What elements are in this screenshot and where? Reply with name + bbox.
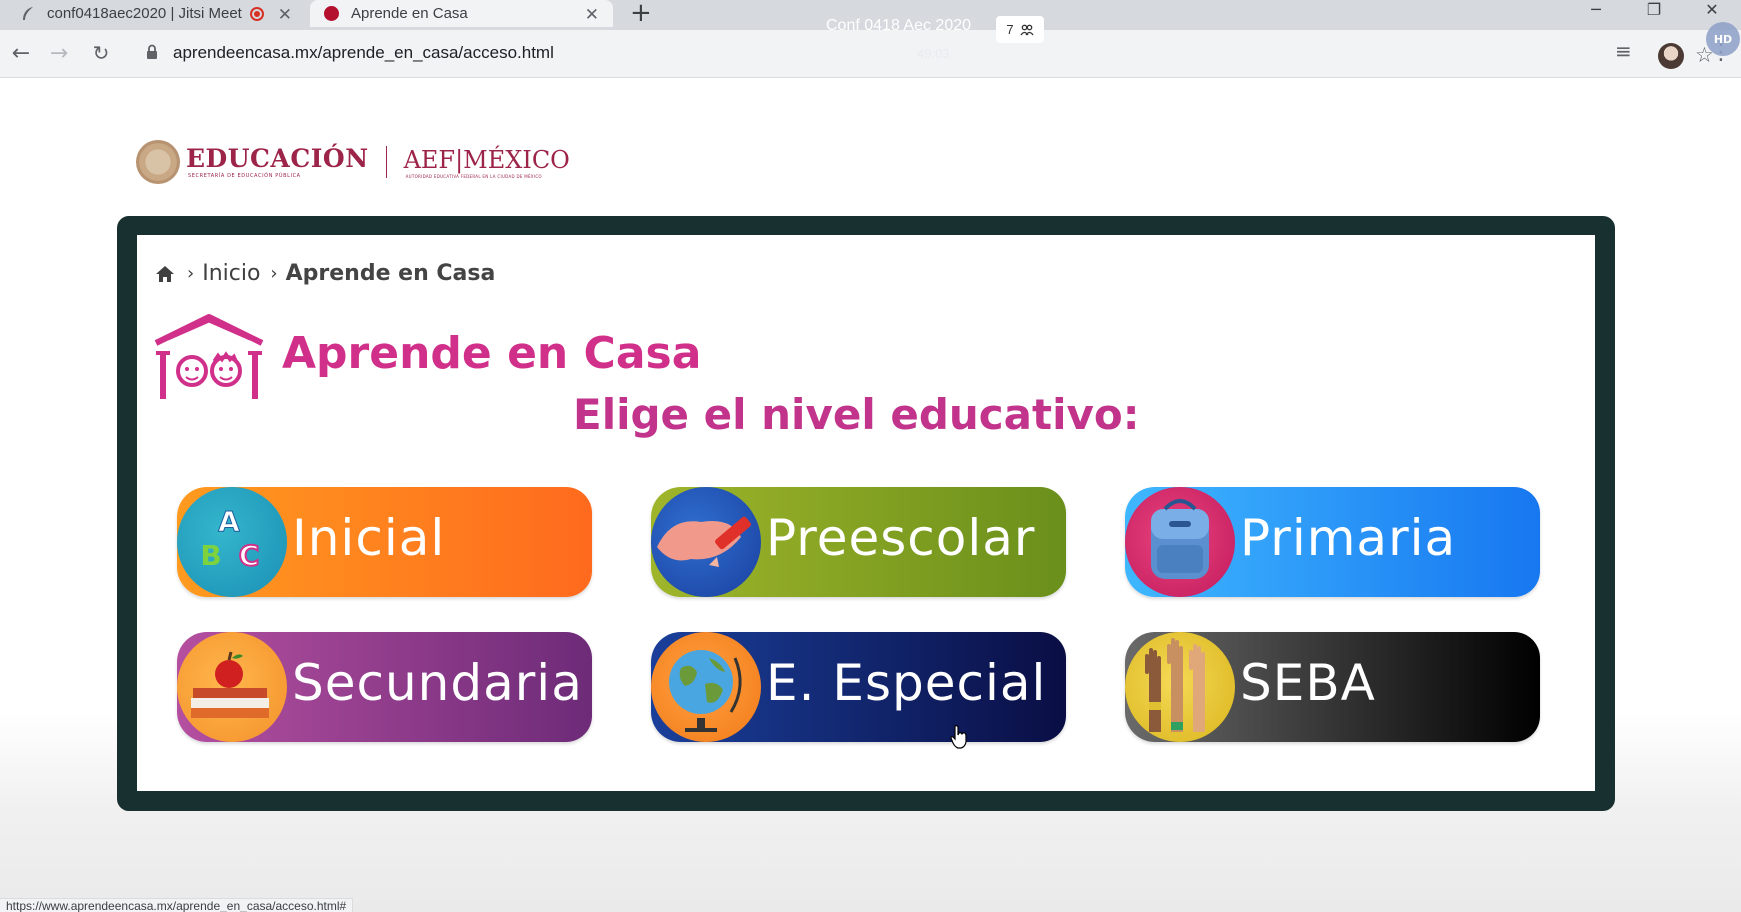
level-button-preescolar[interactable]: Preescolar [651,487,1066,597]
level-button-secundaria[interactable]: Secundaria [177,632,592,742]
tab-title: Aprende en Casa [351,5,468,22]
tab-close-button[interactable]: ✕ [278,5,292,25]
backpack-icon [1125,487,1235,597]
back-arrow-icon[interactable]: ← [8,40,34,66]
logo-aef-sub: AUTORIDAD EDUCATIVA FEDERAL EN LA CIUDAD… [405,173,542,179]
people-icon [1020,24,1034,35]
breadcrumb: › Inicio › Aprende en Casa [155,261,495,286]
video-quality-badge[interactable]: HD [1706,22,1740,56]
level-button-inicial[interactable]: ABC Inicial [177,487,592,597]
apple-books-icon [177,632,287,742]
level-label: Secundaria [292,654,583,712]
media-control-icon[interactable]: ≡ [1615,39,1632,63]
page-title: Aprende en Casa [282,328,702,379]
window-controls: ─ ❐ ✕ [1567,0,1741,22]
level-label: SEBA [1240,654,1376,712]
tab-aprende-en-casa[interactable]: Aprende en Casa ✕ [310,0,613,27]
level-label: Inicial [292,509,446,567]
sep-aef-logo[interactable]: EDUCACIÓN SECRETARÍA DE EDUCACIÓN PÚBLIC… [136,139,570,185]
web-page: EDUCACIÓN SECRETARÍA DE EDUCACIÓN PÚBLIC… [0,79,1741,912]
address-bar[interactable]: aprendeencasa.mx/aprende_en_casa/acceso.… [130,35,1714,71]
window-close-button[interactable]: ✕ [1683,0,1741,22]
page-subtitle: Elige el nivel educativo: [573,390,1140,439]
svg-text:C: C [239,539,260,572]
svg-text:A: A [218,505,240,538]
new-tab-button[interactable]: + [630,0,652,26]
content-frame: › Inicio › Aprende en Casa Aprende en Ca… [117,216,1615,811]
browser-toolbar: ← → ↻ aprendeencasa.mx/aprende_en_casa/a… [0,30,1741,78]
tab-close-button[interactable]: ✕ [585,5,599,25]
globe-icon [651,632,761,742]
participants-count[interactable]: 7 [996,16,1044,43]
house-kids-icon [154,314,264,399]
abc-blocks-icon: ABC [177,487,287,597]
level-label: Preescolar [766,509,1036,567]
content-panel: › Inicio › Aprende en Casa Aprende en Ca… [137,235,1595,791]
level-button-seba[interactable]: SEBA [1125,632,1540,742]
svg-text:B: B [200,539,221,572]
lock-icon [147,44,157,59]
status-bar-url: https://www.aprendeencasa.mx/aprende_en_… [0,898,354,912]
breadcrumb-inicio[interactable]: Inicio [202,261,260,286]
breadcrumb-current: Aprende en Casa [285,261,496,286]
logo-educacion: EDUCACIÓN [186,144,369,173]
participants-number: 7 [1006,22,1014,37]
logo-divider [385,146,387,178]
chevron-right-icon: › [270,263,278,284]
minimize-button[interactable]: ─ [1567,0,1625,22]
crayon-icon [651,487,761,597]
chevron-right-icon: › [187,263,195,284]
logo-educacion-sub: SECRETARÍA DE EDUCACIÓN PÚBLICA [188,173,301,179]
tab-title: conf0418aec2020 | Jitsi Meet [47,5,242,22]
jitsi-feather-icon [23,7,33,20]
tab-jitsi-meet[interactable]: conf0418aec2020 | Jitsi Meet ✕ [0,0,306,27]
profile-avatar[interactable] [1658,43,1684,69]
level-label: E. Especial [766,654,1047,712]
level-button-primaria[interactable]: Primaria [1125,487,1540,597]
meeting-timer: 49:03 [917,46,950,61]
home-icon[interactable] [155,264,175,284]
logo-aef-mexico: AEF|MÉXICO [403,145,570,174]
restore-button[interactable]: ❐ [1625,0,1683,22]
recording-icon [249,6,264,21]
level-label: Primaria [1240,509,1457,567]
mexico-seal-icon [136,140,180,184]
reload-icon[interactable]: ↻ [88,40,114,66]
meeting-title: Conf 0418 Aec 2020 [826,17,972,34]
raised-hands-icon [1125,632,1235,742]
mouse-cursor-icon [950,725,967,749]
level-button-especial[interactable]: E. Especial [651,632,1066,742]
site-favicon-icon [324,6,339,21]
forward-arrow-icon[interactable]: → [46,40,72,66]
url-text[interactable]: aprendeencasa.mx/aprende_en_casa/acceso.… [173,43,554,63]
